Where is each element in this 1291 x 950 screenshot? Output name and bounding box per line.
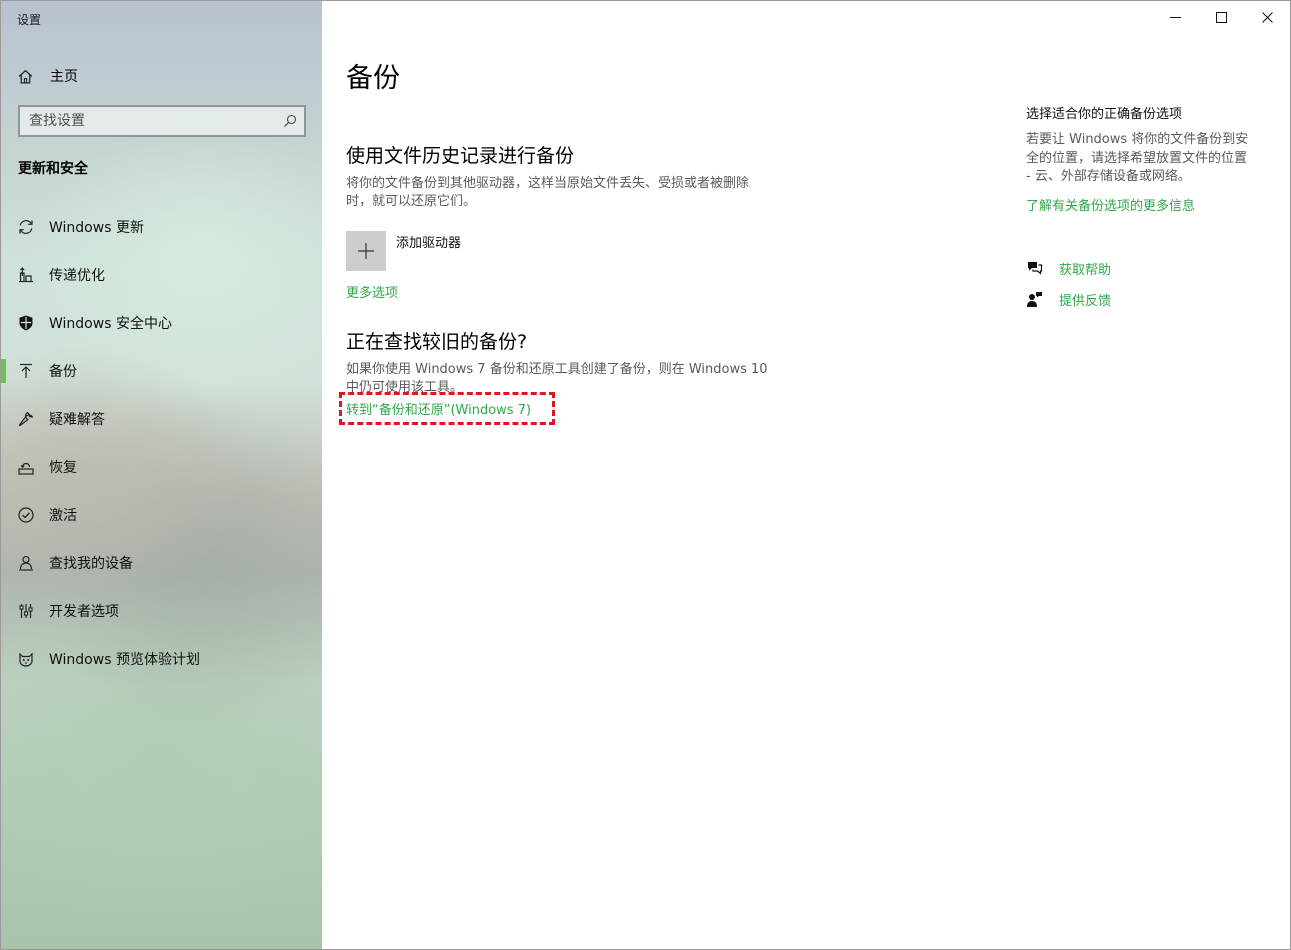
more-options-link[interactable]: 更多选项 (346, 282, 398, 301)
maximize-icon (1215, 8, 1227, 27)
related-info-title: 选择适合你的正确备份选项 (1026, 107, 1183, 122)
sidebar-item-recovery[interactable]: 恢复 (1, 443, 322, 491)
sidebar: 设置 主页 更新和安全 Windows 更新 (1, 1, 322, 949)
description-line: 将你的文件备份到其他驱动器，这样当原始文件丢失、受损或者被删除 (346, 176, 750, 191)
page-title: 备份 (346, 63, 400, 94)
sidebar-item-label: 激活 (49, 508, 77, 524)
related-info-panel: 选择适合你的正确备份选项 若要让 Windows 将你的文件备份到安 全的位置，… (1026, 103, 1276, 214)
related-info-text: 若要让 Windows 将你的文件备份到安 全的位置，请选择希望放置文件的位置 … (1026, 131, 1276, 187)
give-feedback-link[interactable]: 提供反馈 (1026, 290, 1111, 309)
close-icon (1261, 8, 1273, 27)
sidebar-item-backup[interactable]: 备份 (1, 347, 322, 395)
settings-window: 设置 主页 更新和安全 Windows 更新 (0, 0, 1291, 950)
sidebar-item-label: 查找我的设备 (49, 556, 133, 572)
window-controls (1152, 1, 1290, 33)
recovery-icon (17, 458, 35, 476)
file-history-heading: 使用文件历史记录进行备份 (346, 145, 575, 167)
sidebar-item-label: Windows 预览体验计划 (49, 652, 200, 668)
app-title: 设置 (17, 13, 42, 27)
annotation-highlight-box (339, 392, 555, 425)
sidebar-item-label: 备份 (49, 364, 77, 380)
search-input[interactable] (29, 113, 276, 129)
sidebar-item-find-my-device[interactable]: 查找我的设备 (1, 539, 322, 587)
minimize-button[interactable] (1152, 1, 1198, 33)
text-line: - 云、外部存储设备或网络。 (1026, 169, 1191, 184)
text-line: 若要让 Windows 将你的文件备份到安 (1026, 132, 1249, 147)
file-history-description: 将你的文件备份到其他驱动器，这样当原始文件丢失、受损或者被删除 时，就可以还原它… (346, 175, 749, 211)
home-icon (17, 68, 34, 85)
main-content: 备份 使用文件历史记录进行备份 将你的文件备份到其他驱动器，这样当原始文件丢失、… (322, 1, 1290, 949)
sidebar-item-label: 疑难解答 (49, 412, 105, 428)
description-line: 时，就可以还原它们。 (346, 194, 477, 209)
plus-icon (346, 231, 386, 271)
sidebar-item-windows-security[interactable]: Windows 安全中心 (1, 299, 322, 347)
learn-more-link[interactable]: 了解有关备份选项的更多信息 (1026, 195, 1276, 214)
sidebar-item-activation[interactable]: 激活 (1, 491, 322, 539)
developer-sliders-icon (17, 602, 35, 620)
add-drive-label: 添加驱动器 (396, 236, 462, 251)
add-drive-button[interactable]: 添加驱动器 (346, 231, 461, 271)
check-circle-icon (17, 506, 35, 524)
insider-cat-icon (17, 650, 35, 668)
home-label: 主页 (50, 69, 78, 85)
description-line: 如果你使用 Windows 7 备份和还原工具创建了备份，则在 Windows … (346, 362, 768, 377)
person-location-icon (17, 554, 35, 572)
sidebar-item-delivery-optimization[interactable]: 传递优化 (1, 251, 322, 299)
close-button[interactable] (1244, 1, 1290, 33)
feedback-person-icon (1026, 291, 1043, 308)
delivery-optimization-icon (17, 266, 35, 284)
sidebar-item-windows-insider[interactable]: Windows 预览体验计划 (1, 635, 322, 683)
section-title: 更新和安全 (18, 161, 88, 177)
sidebar-item-troubleshoot[interactable]: 疑难解答 (1, 395, 322, 443)
home-nav-item[interactable]: 主页 (17, 64, 78, 88)
text-line: 全的位置，请选择希望放置文件的位置 (1026, 150, 1248, 166)
sidebar-item-label: Windows 安全中心 (49, 316, 172, 332)
get-help-link[interactable]: 获取帮助 (1026, 259, 1111, 278)
shield-icon (17, 314, 35, 332)
sidebar-item-windows-update[interactable]: Windows 更新 (1, 203, 322, 251)
search-box[interactable] (18, 105, 306, 137)
older-backup-heading: 正在查找较旧的备份? (346, 331, 528, 353)
wrench-icon (17, 410, 35, 428)
maximize-button[interactable] (1198, 1, 1244, 33)
refresh-icon (17, 218, 35, 236)
sidebar-item-label: 恢复 (49, 460, 77, 476)
give-feedback-label: 提供反馈 (1059, 294, 1112, 309)
chat-help-icon (1026, 260, 1043, 277)
search-icon[interactable] (276, 114, 304, 128)
get-help-label: 获取帮助 (1059, 263, 1112, 278)
sidebar-nav: Windows 更新 传递优化 Windows 安全中心 备份 疑难解答 恢复 … (1, 203, 322, 683)
sidebar-item-label: 传递优化 (49, 268, 105, 284)
sidebar-item-label: 开发者选项 (49, 604, 119, 620)
sidebar-item-developer-options[interactable]: 开发者选项 (1, 587, 322, 635)
sidebar-item-label: Windows 更新 (49, 220, 144, 236)
backup-arrow-icon (17, 362, 35, 380)
minimize-icon (1169, 8, 1181, 27)
